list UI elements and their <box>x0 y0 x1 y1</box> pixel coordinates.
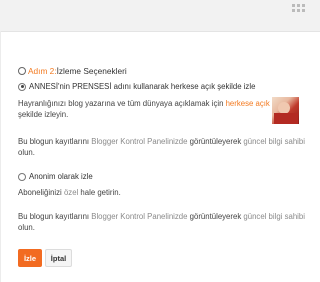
anonymous-description: Aboneliğinizi özel hale getirin. <box>18 187 121 198</box>
step-label: Adım 2: <box>28 66 57 76</box>
top-bar <box>0 0 320 31</box>
blog-author-avatar <box>272 97 299 124</box>
option-anonymous-label: Anonim olarak izle <box>29 172 93 181</box>
updated-info-text: güncel bilgi sahibi <box>243 212 305 221</box>
step-heading: Adım 2: İzleme Seçenekleri <box>18 66 127 76</box>
cancel-button[interactable]: İptal <box>45 249 72 267</box>
public-description-line2: şekilde izleyin. <box>18 110 69 119</box>
public-description: Hayranlığınızı blog yazarına ve tüm düny… <box>18 98 295 120</box>
dashboard-link[interactable]: Blogger Kontrol Panelinizde <box>91 137 187 146</box>
dashboard-link[interactable]: Blogger Kontrol Panelinizde <box>91 212 187 221</box>
private-highlight: özel <box>63 188 79 197</box>
anonymous-note-text: Bu blogun kayıtlarını <box>18 212 92 221</box>
radio-circle-icon <box>18 67 26 75</box>
grip-dots-icon <box>292 4 306 16</box>
divider <box>0 31 1 282</box>
anonymous-note: Bu blogun kayıtlarını Blogger Kontrol Pa… <box>18 211 305 233</box>
radio-button-anonymous[interactable] <box>18 172 26 181</box>
public-description-text: Hayranlığınızı blog yazarına ve tüm düny… <box>18 99 226 108</box>
follow-button[interactable]: İzle <box>18 249 42 267</box>
updated-info-text: güncel bilgi sahibi <box>243 137 305 146</box>
public-note-text-2: görüntüleyerek <box>187 137 244 146</box>
anonymous-note-line2: olun. <box>18 223 35 232</box>
divider <box>0 31 320 32</box>
option-public-label: ANNESİ'nin PRENSESİ adını kullanarak her… <box>29 82 256 91</box>
public-note-text: Bu blogun kayıtlarını <box>18 137 92 146</box>
anonymous-description-text-2: hale getirin. <box>78 188 121 197</box>
public-highlight: herkese açık <box>225 99 270 108</box>
public-note-line2: olun. <box>18 148 35 157</box>
option-anonymous[interactable]: Anonim olarak izle <box>18 172 93 181</box>
anonymous-note-text-2: görüntüleyerek <box>187 212 244 221</box>
step-title: İzleme Seçenekleri <box>56 66 127 76</box>
anonymous-description-text: Aboneliğinizi <box>18 188 64 197</box>
radio-button-public[interactable] <box>18 82 26 91</box>
public-note: Bu blogun kayıtlarını Blogger Kontrol Pa… <box>18 136 305 158</box>
option-public[interactable]: ANNESİ'nin PRENSESİ adını kullanarak her… <box>18 82 255 91</box>
